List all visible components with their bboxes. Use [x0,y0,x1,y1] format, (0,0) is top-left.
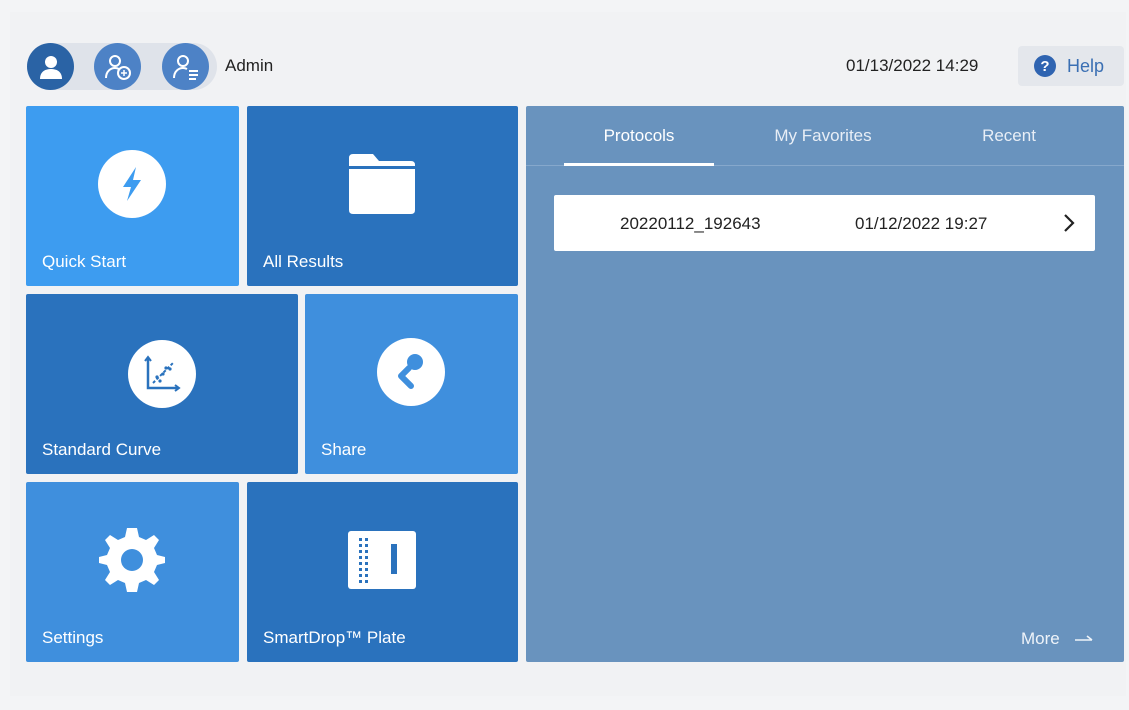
all-results-label: All Results [263,252,344,271]
settings-tile[interactable]: Settings [26,482,239,662]
standard-curve-tile[interactable]: Standard Curve [26,294,298,474]
history-panel: Protocols My Favorites Recent 20220112_1… [526,106,1124,662]
protocol-date: 01/12/2022 19:27 [855,214,988,233]
current-datetime: 01/13/2022 14:29 [846,56,979,75]
plate-icon [347,530,417,590]
lightning-icon [98,150,166,218]
share-label: Share [321,440,367,459]
share-tile[interactable]: Share [305,294,518,474]
tab-recent[interactable]: Recent [934,126,1084,146]
user-switch-icon [104,54,131,80]
chevron-right-icon [1062,213,1076,238]
protocol-row[interactable]: 20220112_192643 01/12/2022 19:27 [554,195,1095,251]
tab-protocols[interactable]: Protocols [564,126,714,146]
standard-curve-label: Standard Curve [42,440,162,459]
smartdrop-plate-tile[interactable]: SmartDrop™ Plate [247,482,518,662]
user-icon [39,55,62,79]
more-label: More [1021,629,1060,648]
gear-icon [98,524,166,596]
quick-start-tile[interactable]: Quick Start [26,106,239,286]
quick-start-label: Quick Start [42,252,127,271]
more-link[interactable]: More [1021,629,1094,649]
tab-my-favorites[interactable]: My Favorites [748,126,898,146]
switch-user-button[interactable] [94,43,141,90]
help-button[interactable]: ? Help [1018,46,1124,86]
user-list-icon [172,54,198,80]
help-icon: ? [1034,55,1056,77]
standard-curve-icon [128,340,196,408]
share-icon [377,338,445,406]
all-results-tile[interactable]: All Results [247,106,518,286]
help-label: Help [1067,55,1105,76]
user-avatar-button[interactable] [27,43,74,90]
settings-label: Settings [42,628,104,647]
user-management-button[interactable] [162,43,209,90]
current-user-name: Admin [225,56,274,75]
protocol-name: 20220112_192643 [620,214,761,233]
arrow-right-icon [1074,629,1094,649]
folder-icon [347,152,417,216]
active-tab-indicator [564,163,714,166]
smartdrop-plate-label: SmartDrop™ Plate [263,628,406,647]
